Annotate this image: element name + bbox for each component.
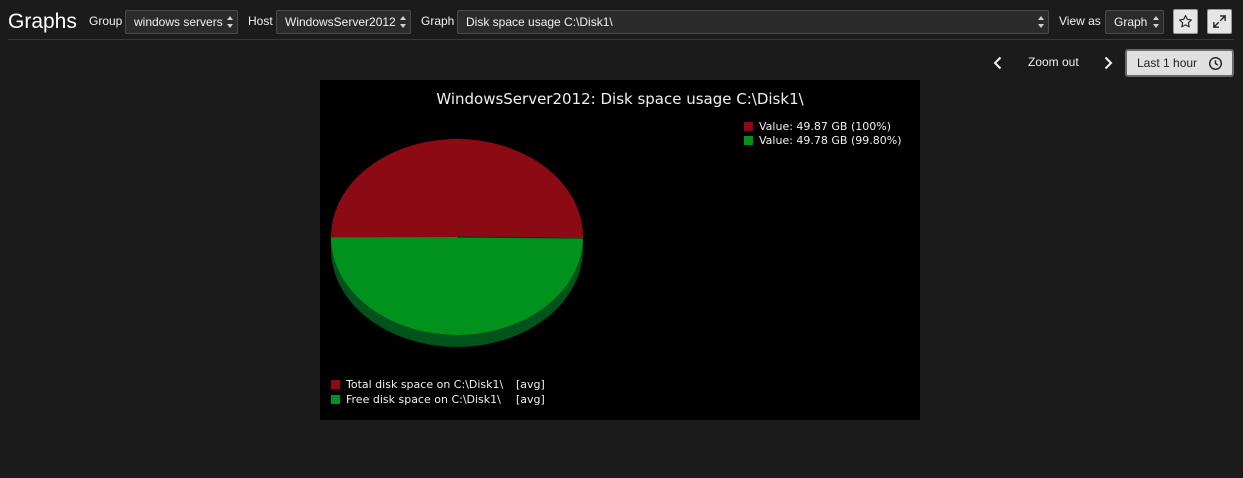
select-arrows-icon: [1153, 16, 1159, 28]
select-arrows-icon: [227, 16, 233, 28]
pie-slice: [331, 237, 583, 336]
chevron-right-icon: [1104, 56, 1113, 70]
graph-select[interactable]: Disk space usage C:\Disk1\: [457, 10, 1049, 34]
legend-swatch: [331, 380, 340, 389]
view-as-select-value: Graph: [1114, 15, 1148, 29]
host-select-value: WindowsServer2012: [285, 15, 396, 29]
clock-icon: [1208, 56, 1223, 70]
bottom-legend-name: Free disk space on C:\Disk1\: [346, 393, 501, 406]
group-select[interactable]: windows servers: [125, 10, 238, 34]
view-as-select[interactable]: Graph: [1105, 10, 1164, 34]
bottom-legend-item: Free disk space on C:\Disk1\ [avg]: [331, 393, 545, 406]
graph-label: Graph: [421, 14, 455, 28]
bottom-legend-name: Total disk space on C:\Disk1\: [346, 378, 504, 391]
legend-swatch: [331, 395, 340, 404]
pie-chart: [331, 139, 584, 347]
bottom-legend-func: [avg]: [516, 378, 545, 391]
bottom-legend-func: [avg]: [516, 393, 545, 406]
time-period-button[interactable]: Last 1 hour: [1125, 49, 1234, 77]
group-select-value: windows servers: [134, 15, 223, 29]
host-select[interactable]: WindowsServer2012: [276, 10, 411, 34]
graph-panel: WindowsServer2012: Disk space usage C:\D…: [320, 80, 920, 420]
select-arrows-icon: [400, 16, 406, 28]
header-bar: Graphs Group windows servers Host Window…: [8, 6, 1234, 40]
fullscreen-button[interactable]: [1207, 9, 1232, 34]
next-period-button[interactable]: [1098, 53, 1118, 73]
group-label: Group: [89, 14, 123, 28]
graph-select-value: Disk space usage C:\Disk1\: [466, 15, 613, 29]
select-arrows-icon: [1038, 16, 1044, 28]
fullscreen-icon: [1212, 14, 1227, 29]
time-period-label: Last 1 hour: [1137, 56, 1198, 70]
page-title: Graphs: [8, 10, 77, 33]
zoom-out-button[interactable]: Zoom out: [1028, 55, 1079, 69]
pie-slice: [331, 139, 583, 238]
previous-period-button[interactable]: [988, 53, 1008, 73]
chevron-left-icon: [993, 56, 1002, 70]
bottom-legend-item: Total disk space on C:\Disk1\ [avg]: [331, 378, 545, 391]
favorite-button[interactable]: [1173, 9, 1198, 34]
star-icon: [1179, 15, 1192, 28]
host-label: Host: [248, 14, 273, 28]
view-as-label: View as: [1059, 14, 1101, 28]
